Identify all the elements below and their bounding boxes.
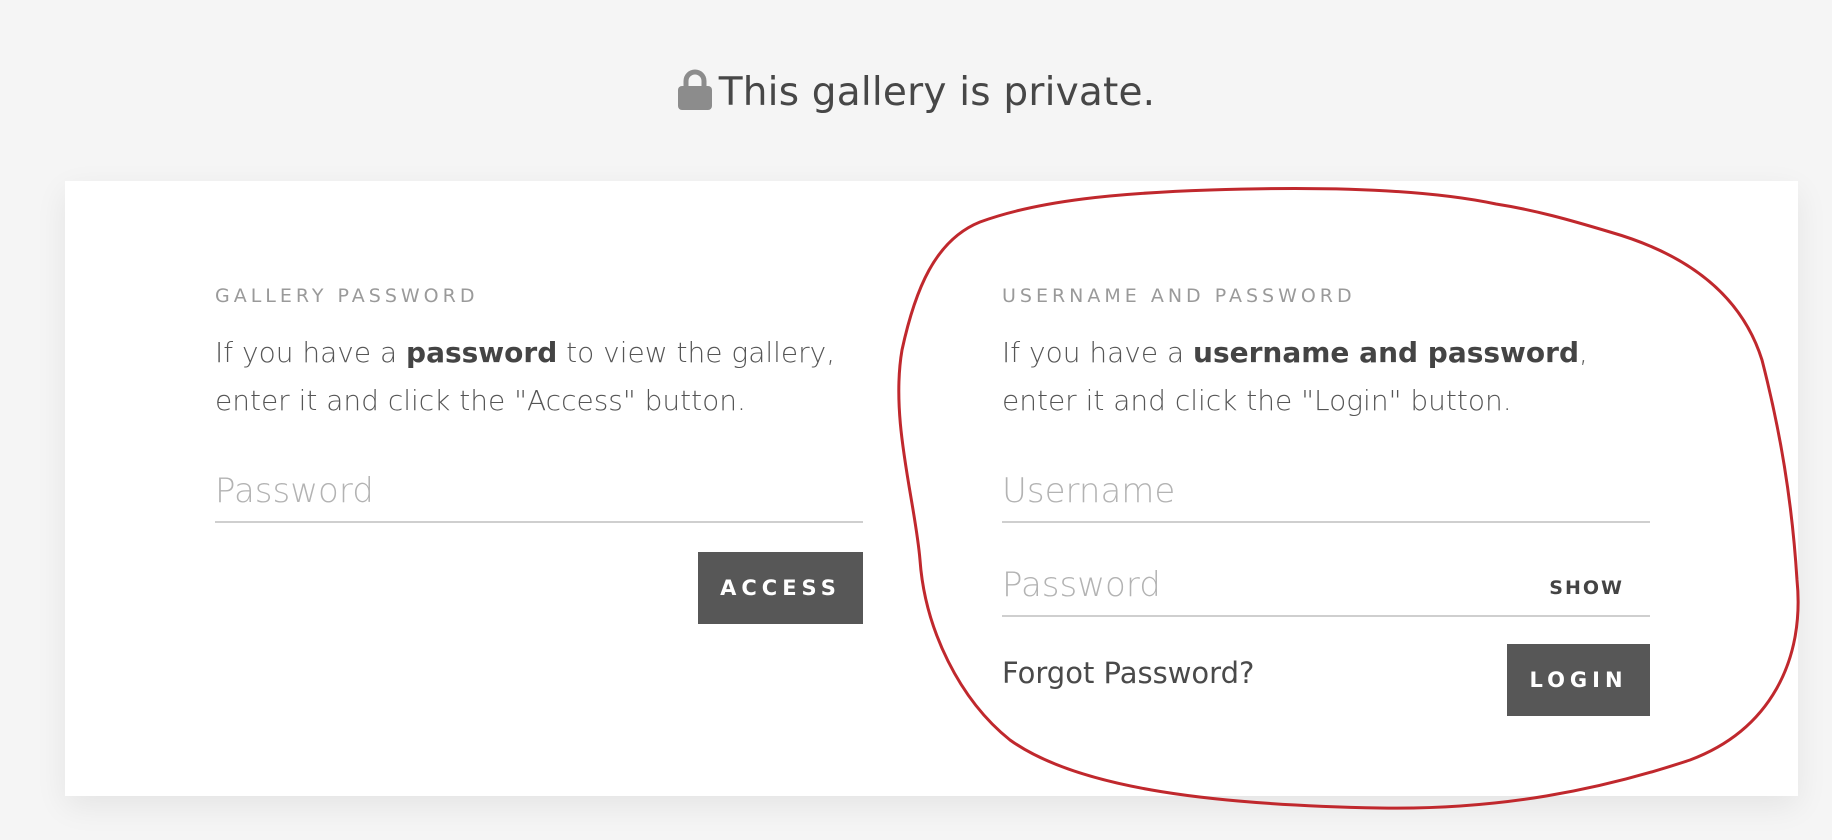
private-gallery-page: This gallery is private. GALLERY PASSWOR… [0,0,1832,840]
user-password-placeholder: Password [1002,565,1161,605]
access-button[interactable]: ACCESS [698,552,863,624]
lock-icon [677,68,713,130]
description-bold: username and password [1193,336,1580,369]
gallery-password-description: If you have a password to view the galle… [215,329,863,425]
login-card: GALLERY PASSWORD If you have a password … [65,181,1798,796]
show-password-toggle[interactable]: SHOW [1549,577,1624,599]
username-placeholder: Username [1002,471,1176,511]
forgot-password-link[interactable]: Forgot Password? [1002,656,1254,690]
description-bold: password [406,336,558,369]
user-password-field[interactable]: Password SHOW [1002,545,1650,617]
gallery-password-heading: GALLERY PASSWORD [215,285,479,307]
login-button[interactable]: LOGIN [1507,644,1650,716]
user-login-description: If you have a username and password, ent… [1002,329,1650,425]
gallery-password-field[interactable]: Password [215,451,863,523]
user-login-heading: USERNAME AND PASSWORD [1002,285,1356,307]
username-field[interactable]: Username [1002,451,1650,523]
page-title-text: This gallery is private. [718,70,1156,115]
page-title: This gallery is private. [0,62,1832,130]
gallery-password-placeholder: Password [215,471,374,511]
description-text: If you have a [1002,336,1194,369]
description-text: If you have a [215,336,407,369]
